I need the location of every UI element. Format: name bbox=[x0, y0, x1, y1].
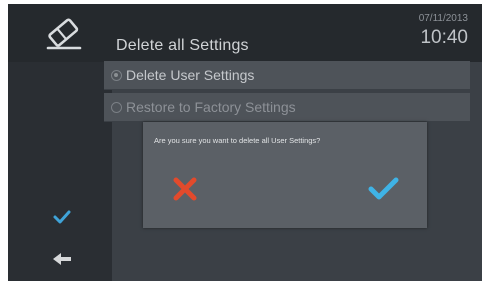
page-title: Delete all Settings bbox=[116, 37, 249, 54]
option-restore-factory-settings[interactable]: Restore to Factory Settings bbox=[104, 93, 470, 122]
blue-check-icon[interactable] bbox=[365, 172, 401, 206]
back-arrow-icon[interactable] bbox=[50, 250, 74, 268]
option-label: Delete User Settings bbox=[126, 67, 255, 83]
eraser-icon bbox=[46, 18, 82, 50]
confirm-dialog: Are you sure you want to delete all User… bbox=[143, 122, 427, 228]
radio-selected-icon[interactable] bbox=[111, 69, 122, 81]
option-label: Restore to Factory Settings bbox=[126, 99, 296, 115]
dialog-message: Are you sure you want to delete all User… bbox=[154, 136, 321, 145]
option-delete-user-settings[interactable]: Delete User Settings bbox=[104, 61, 470, 90]
sidebar bbox=[8, 62, 112, 281]
red-x-icon[interactable] bbox=[167, 172, 203, 206]
header-bar: Delete all Settings 07/11/2013 10:40 bbox=[8, 4, 482, 62]
clock-display: 10:40 bbox=[420, 27, 468, 48]
date-display: 07/11/2013 bbox=[418, 13, 468, 24]
radio-unselected-icon[interactable] bbox=[111, 101, 122, 113]
checkmark-icon[interactable] bbox=[50, 208, 74, 226]
